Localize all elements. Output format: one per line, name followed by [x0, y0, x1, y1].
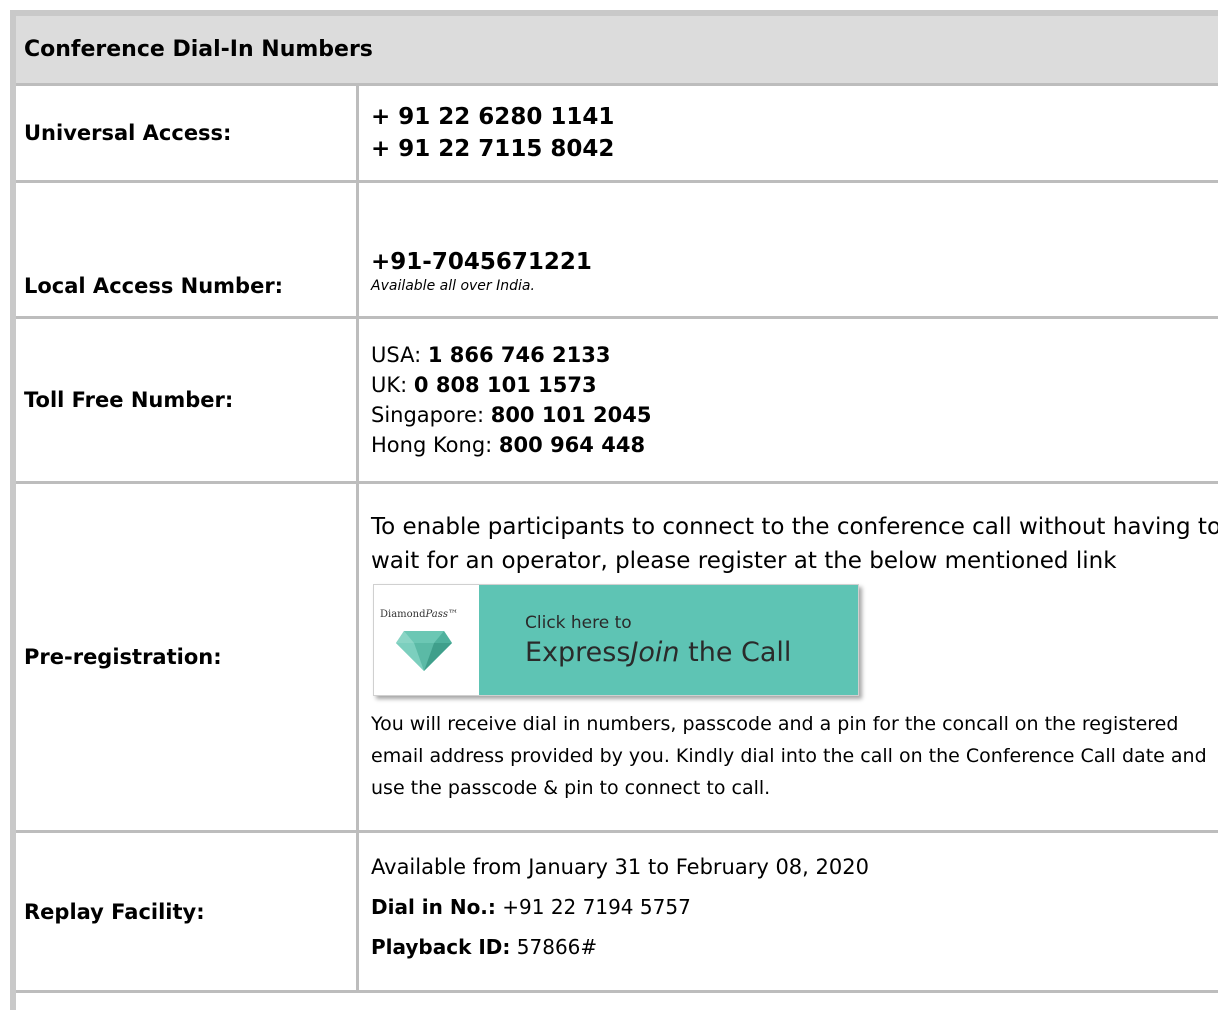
- local-access-value: +91-7045671221 Available all over India.: [359, 183, 1218, 319]
- universal-number-2: + 91 22 7115 8042: [371, 136, 615, 162]
- number-singapore: 800 101 2045: [490, 403, 652, 427]
- toll-free-hong-kong: Hong Kong: 800 964 448: [371, 430, 1218, 460]
- toll-free-value: USA: 1 866 746 2133 UK: 0 808 101 1573 S…: [359, 319, 1218, 484]
- replay-playback-label: Playback ID:: [371, 935, 511, 959]
- replay-facility-value: Available from January 31 to February 08…: [359, 833, 1218, 993]
- row-universal-access: Universal Access: + 91 22 6280 1141 + 91…: [16, 86, 1218, 183]
- local-access-label: Local Access Number:: [16, 183, 359, 319]
- country-uk: UK:: [371, 373, 414, 397]
- row-pre-registration: Pre-registration: To enable participants…: [16, 484, 1218, 833]
- badge-line-1: Click here to: [525, 613, 632, 633]
- number-uk: 0 808 101 1573: [413, 373, 597, 397]
- country-singapore: Singapore:: [371, 403, 491, 427]
- country-hong-kong: Hong Kong:: [371, 433, 499, 457]
- row-local-access: Local Access Number: +91-7045671221 Avai…: [16, 183, 1218, 319]
- number-hong-kong: 800 964 448: [498, 433, 646, 457]
- replay-facility-label: Replay Facility:: [16, 833, 359, 993]
- replay-availability: Available from January 31 to February 08…: [371, 855, 869, 879]
- pre-registration-intro: To enable participants to connect to the…: [371, 514, 1218, 574]
- replay-dial-number: +91 22 7194 5757: [495, 895, 691, 919]
- country-usa: USA:: [371, 343, 428, 367]
- toll-free-singapore: Singapore: 800 101 2045: [371, 400, 1218, 430]
- table-title: Conference Dial-In Numbers: [16, 16, 1218, 86]
- local-access-note: Available all over India.: [371, 277, 535, 294]
- universal-number-1: + 91 22 6280 1141: [371, 104, 615, 130]
- universal-access-label: Universal Access:: [16, 86, 359, 183]
- diamondpass-logo: DiamondPass™: [374, 585, 479, 695]
- toll-free-label: Toll Free Number:: [16, 319, 359, 484]
- header-row: Conference Dial-In Numbers: [16, 16, 1218, 86]
- toll-free-uk: UK: 0 808 101 1573: [371, 370, 1218, 400]
- pre-registration-info: You will receive dial in numbers, passco…: [371, 713, 1207, 799]
- diamondpass-brand: DiamondPass™: [380, 609, 459, 620]
- replay-playback-id: 57866#: [510, 935, 598, 959]
- row-toll-free: Toll Free Number: USA: 1 866 746 2133 UK…: [16, 319, 1218, 484]
- replay-dial-label: Dial in No.:: [371, 895, 496, 919]
- replay-dial-in: Dial in No.: +91 22 7194 5757: [371, 887, 1218, 927]
- local-access-number: +91-7045671221: [371, 248, 592, 275]
- express-join-text: Click here to ExpressJoin the Call: [479, 585, 858, 695]
- number-usa: 1 866 746 2133: [427, 343, 611, 367]
- dial-in-table: Conference Dial-In Numbers Universal Acc…: [16, 16, 1218, 993]
- express-join-button[interactable]: DiamondPass™ Click here to ExpressJoin t…: [373, 584, 859, 696]
- toll-free-usa: USA: 1 866 746 2133: [371, 340, 1218, 370]
- badge-line-2: ExpressJoin the Call: [525, 637, 792, 668]
- pre-registration-value: To enable participants to connect to the…: [359, 484, 1218, 833]
- universal-access-value: + 91 22 6280 1141 + 91 22 7115 8042: [359, 86, 1218, 183]
- pre-registration-label: Pre-registration:: [16, 484, 359, 833]
- row-replay-facility: Replay Facility: Available from January …: [16, 833, 1218, 993]
- replay-playback: Playback ID: 57866#: [371, 927, 1218, 967]
- diamond-icon: [396, 631, 452, 671]
